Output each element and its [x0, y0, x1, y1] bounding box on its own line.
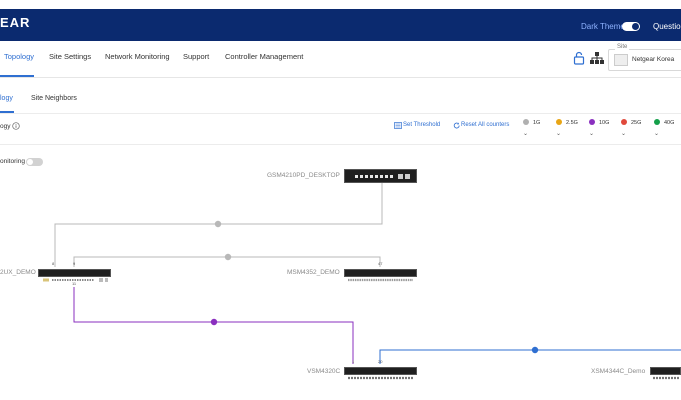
device-label-xsm4344c: XSM4344C_Demo	[591, 368, 646, 375]
device-label-gsm4210pd: GSM4210PD_DESKTOP	[267, 172, 340, 179]
switch-device-xsm4344c[interactable]	[650, 367, 681, 380]
port-number: 20	[378, 359, 383, 364]
topology-canvas[interactable]	[0, 0, 681, 400]
switch-ports-icon	[355, 174, 410, 179]
switch-device-msm4352[interactable]	[344, 269, 417, 282]
port-number: 8	[52, 261, 55, 266]
device-label-vsm4320c: VSM4320C	[307, 368, 341, 375]
switch-device-2ux[interactable]	[38, 269, 111, 282]
link-line-10g	[73, 287, 354, 364]
switch-device-gsm4210pd[interactable]	[344, 169, 417, 183]
switch-ports-icon	[348, 376, 413, 380]
device-label-msm4352: MSM4352_DEMO	[287, 269, 340, 276]
port-number: 47	[378, 261, 383, 266]
port-number: 11	[72, 281, 77, 286]
link-midpoint-1g	[214, 220, 222, 228]
port-number: 1	[352, 359, 355, 364]
link-midpoint-10g	[210, 318, 218, 326]
switch-ports-icon	[653, 376, 680, 380]
link-midpoint-blue	[531, 346, 539, 354]
link-line-blue	[379, 349, 681, 364]
link-midpoint-1g-b	[224, 253, 232, 261]
switch-ports-icon	[348, 278, 413, 282]
device-label-2ux: 2UX_DEMO	[0, 269, 36, 276]
port-number: 9	[73, 261, 76, 266]
switch-device-vsm4320c[interactable]	[344, 367, 417, 380]
